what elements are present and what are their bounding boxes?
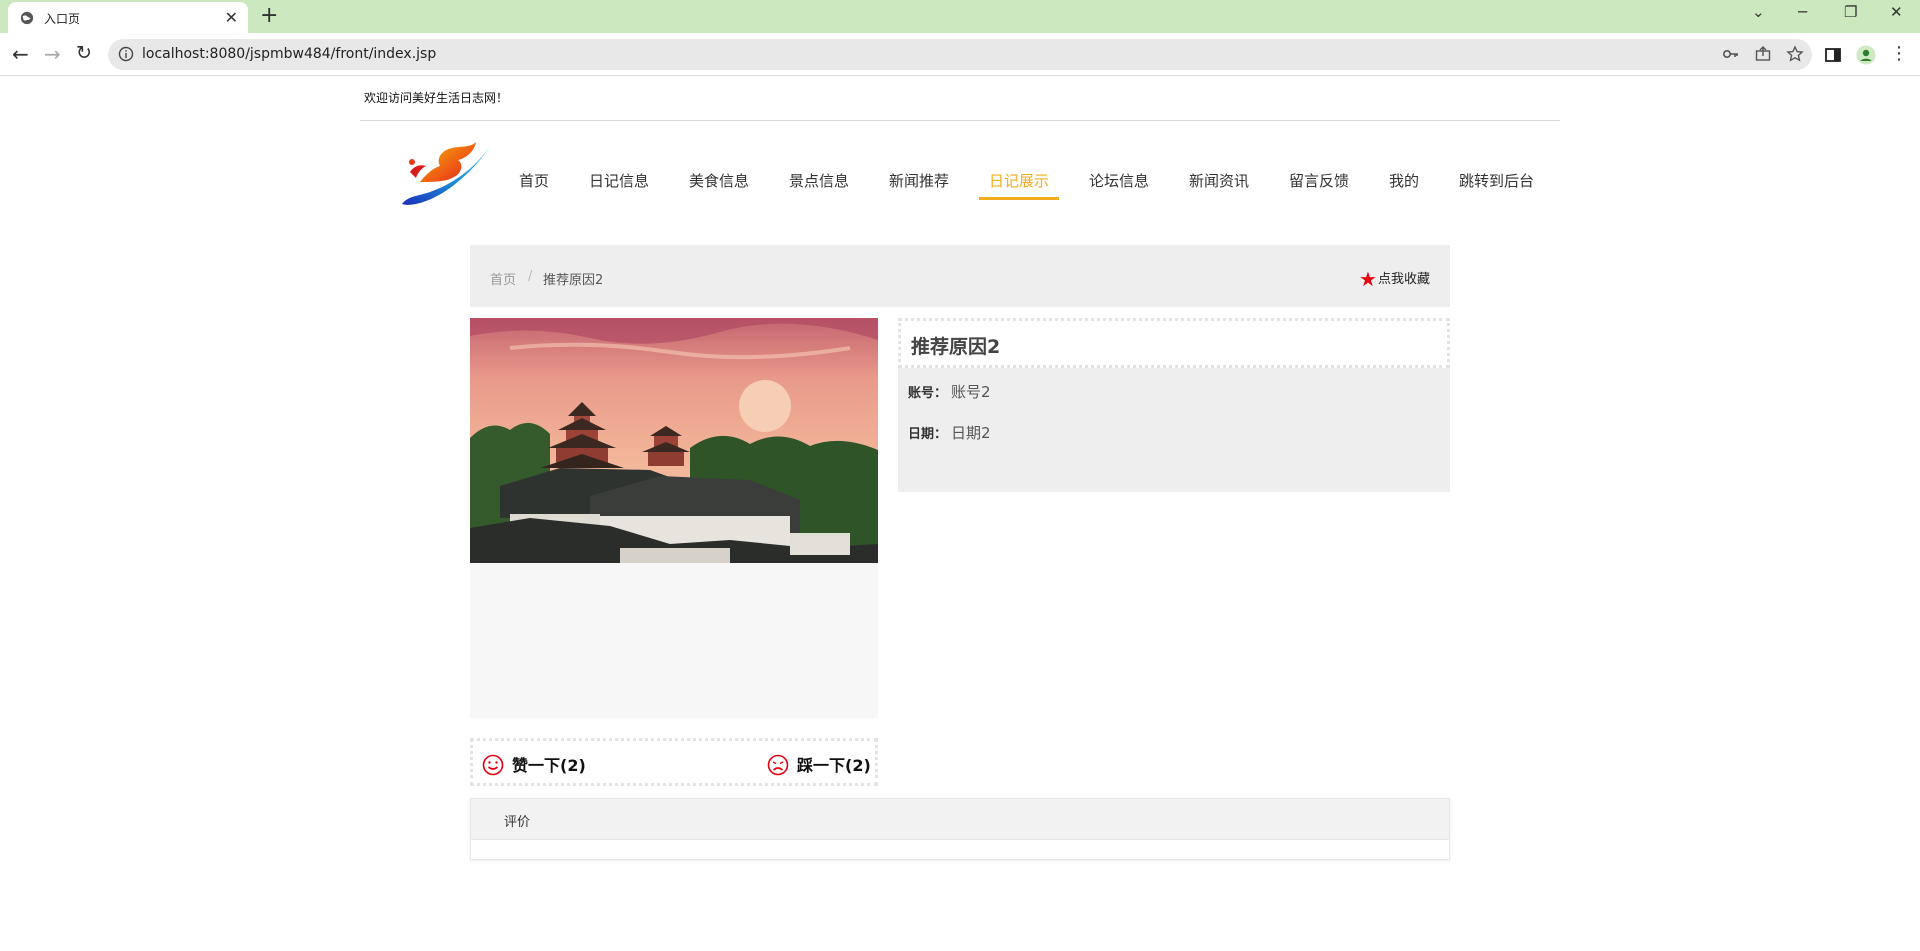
welcome-text: 欢迎访问美好生活日志网！ — [364, 91, 509, 105]
site-logo[interactable] — [400, 138, 492, 210]
nav-item-diary-info[interactable]: 日记信息 — [589, 170, 649, 191]
frown-icon — [767, 754, 789, 776]
info-icon[interactable] — [118, 46, 134, 62]
like-label: 赞一下(2) — [512, 756, 586, 775]
date-value: 日期2 — [951, 424, 991, 442]
detail-panel: 推荐原因2 账号： 账号2 日期： 日期2 — [898, 318, 1450, 492]
header-divider — [360, 120, 1560, 121]
breadcrumb-separator: / — [528, 269, 533, 284]
breadcrumb-current: 推荐原因2 — [543, 273, 604, 288]
image-panel — [470, 318, 878, 718]
diary-photo[interactable] — [470, 318, 878, 563]
new-tab-button[interactable]: + — [260, 3, 278, 28]
browser-tab[interactable]: 入口页 ✕ — [8, 2, 248, 33]
nav-item-mine[interactable]: 我的 — [1389, 170, 1419, 191]
close-window-button[interactable]: ✕ — [1890, 3, 1903, 21]
account-value: 账号2 — [951, 383, 991, 401]
breadcrumb-home-link[interactable]: 首页 — [490, 269, 516, 288]
nav-active-underline — [979, 197, 1059, 200]
nav-item-diary-show[interactable]: 日记展示 — [989, 170, 1049, 191]
close-tab-icon[interactable]: ✕ — [225, 8, 238, 27]
nav-item-feedback[interactable]: 留言反馈 — [1289, 170, 1349, 191]
favorite-label: 点我收藏 — [1377, 272, 1430, 287]
favorite-button[interactable]: ★点我收藏 — [1359, 267, 1430, 291]
account-row: 账号： 账号2 — [908, 381, 991, 402]
account-label: 账号： — [908, 386, 948, 401]
forward-button[interactable]: → — [44, 42, 61, 66]
bookmark-star-icon[interactable] — [1786, 45, 1804, 63]
nav-item-food-info[interactable]: 美食信息 — [689, 170, 749, 191]
nav-item-news[interactable]: 新闻资讯 — [1189, 170, 1249, 191]
vote-bar: 赞一下(2) 踩一下(2) — [470, 738, 878, 786]
restore-button[interactable]: ❐ — [1844, 3, 1857, 21]
like-button[interactable]: 赞一下(2) — [482, 752, 586, 776]
browser-toolbar: ← → ↻ localhost:8080/jspmbw484/front/ind… — [0, 33, 1920, 76]
nav-item-forum-info[interactable]: 论坛信息 — [1089, 170, 1149, 191]
side-panel-icon[interactable] — [1824, 46, 1842, 64]
address-bar[interactable]: localhost:8080/jspmbw484/front/index.jsp — [108, 39, 1812, 70]
date-row: 日期： 日期2 — [908, 422, 991, 443]
date-label: 日期： — [908, 427, 948, 442]
detail-header: 推荐原因2 — [898, 318, 1450, 368]
back-button[interactable]: ← — [12, 42, 29, 66]
tab-search-icon[interactable]: ⌄ — [1752, 3, 1765, 21]
key-icon[interactable] — [1722, 45, 1740, 63]
browser-tabstrip: 入口页 ✕ + ⌄ ─ ❐ ✕ — [0, 0, 1920, 33]
comment-title: 评价 — [504, 815, 531, 830]
dislike-button[interactable]: 踩一下(2) — [767, 752, 871, 776]
minimize-button[interactable]: ─ — [1798, 3, 1807, 21]
share-icon[interactable] — [1754, 45, 1772, 63]
menu-kebab-icon[interactable]: ⋮ — [1890, 43, 1908, 64]
profile-avatar-icon[interactable] — [1856, 45, 1876, 65]
breadcrumb: 首页 / 推荐原因2 ★点我收藏 — [470, 245, 1450, 307]
nav-item-admin[interactable]: 跳转到后台 — [1459, 170, 1534, 191]
detail-title: 推荐原因2 — [911, 336, 1001, 358]
comment-section: 评价 — [470, 798, 1450, 860]
tab-title: 入口页 — [44, 12, 81, 26]
smile-icon — [482, 754, 504, 776]
nav-item-home[interactable]: 首页 — [519, 170, 549, 191]
globe-icon — [20, 11, 34, 25]
comment-header: 评价 — [471, 799, 1449, 840]
dislike-label: 踩一下(2) — [797, 756, 871, 775]
nav-item-scenic-info[interactable]: 景点信息 — [789, 170, 849, 191]
url-text: localhost:8080/jspmbw484/front/index.jsp — [142, 46, 437, 62]
reload-button[interactable]: ↻ — [76, 42, 92, 64]
star-icon: ★ — [1359, 267, 1377, 291]
nav-item-news-recommend[interactable]: 新闻推荐 — [889, 170, 949, 191]
